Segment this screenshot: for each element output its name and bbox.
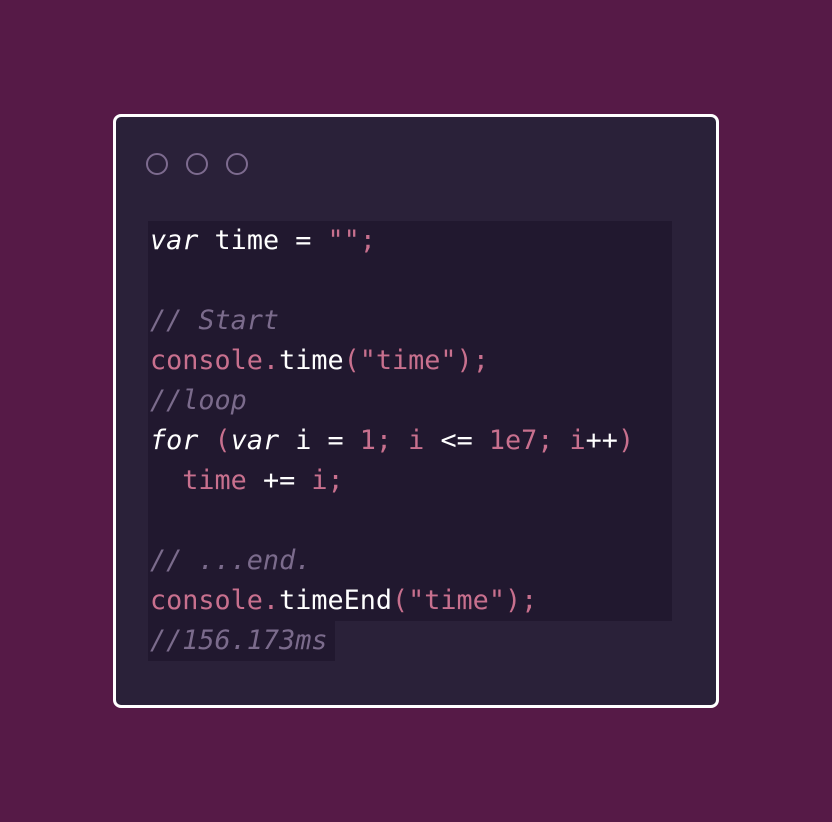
code-token: var (230, 425, 280, 456)
code-token: time (214, 225, 280, 256)
code-line: for (var i = 1; i <= 1e7; i++) (150, 421, 634, 461)
code-line: // ...end. (150, 541, 634, 581)
code-line: console.time("time"); (150, 341, 634, 381)
code-token: timeEnd (279, 585, 393, 616)
window-control-circle-icon[interactable] (146, 153, 168, 175)
code-token: ("time"); (392, 585, 538, 616)
code-token: 1e7; i (472, 425, 586, 456)
code-line: var time = ""; (150, 221, 634, 261)
code-token: 1; i (359, 425, 441, 456)
code-token: <= (440, 425, 473, 456)
code-line: console.timeEnd("time"); (150, 581, 634, 621)
code-token: ( (198, 425, 231, 456)
code-token: += (262, 465, 296, 496)
code-line: //156.173ms (150, 621, 634, 661)
code-line: // Start (150, 301, 634, 341)
code-token: for (150, 425, 199, 456)
window-control-circle-icon[interactable] (226, 153, 248, 175)
code-token: i = (279, 425, 360, 456)
code-line: //loop (150, 381, 634, 421)
code-token: i; (295, 465, 344, 496)
code-token: console. (150, 585, 280, 616)
code-token: = (279, 225, 328, 256)
code-token: ""; (327, 225, 376, 256)
window-control-circle-icon[interactable] (186, 153, 208, 175)
code-token: //loop (150, 385, 247, 416)
code-token: ) (617, 425, 635, 456)
code-token: // Start (150, 305, 280, 336)
code-line: time += i; (150, 461, 634, 501)
code-block: var time = "";// Start console.time("time… (150, 221, 634, 661)
code-token: console. (150, 345, 280, 376)
code-token: ++ (585, 425, 618, 456)
code-token: //156.173ms (150, 625, 328, 656)
code-token: time (279, 345, 344, 376)
code-token: var (150, 225, 199, 256)
code-token: ("time"); (343, 345, 489, 376)
code-token: // ...end. (150, 545, 312, 576)
code-token: time (150, 465, 263, 496)
